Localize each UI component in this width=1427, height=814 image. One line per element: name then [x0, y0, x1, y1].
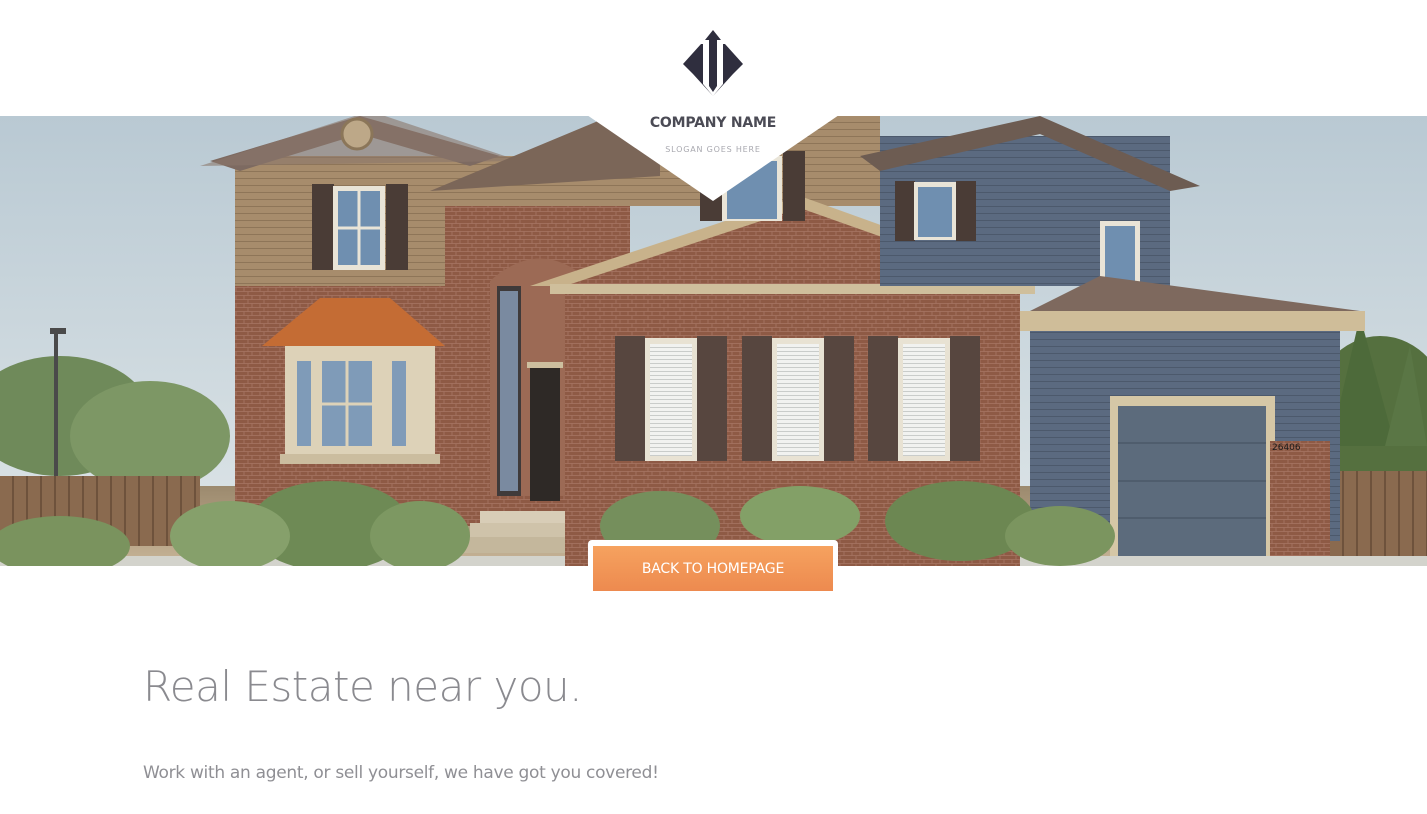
page-subheadline: Work with an agent, or sell yourself, we…	[143, 763, 659, 783]
company-slogan: SLOGAN GOES HERE	[665, 145, 761, 154]
diamond-arrows-logo-icon[interactable]	[683, 30, 743, 98]
page-headline: Real Estate near you.	[143, 662, 583, 711]
landing-page: 26406 COMPANY NAME SLOGAN GOES HERE BACK…	[0, 0, 1427, 814]
company-name: COMPANY NAME	[649, 115, 777, 131]
back-to-homepage-button[interactable]: BACK TO HOMEPAGE	[593, 546, 833, 591]
svg-text:26406: 26406	[1272, 443, 1301, 453]
